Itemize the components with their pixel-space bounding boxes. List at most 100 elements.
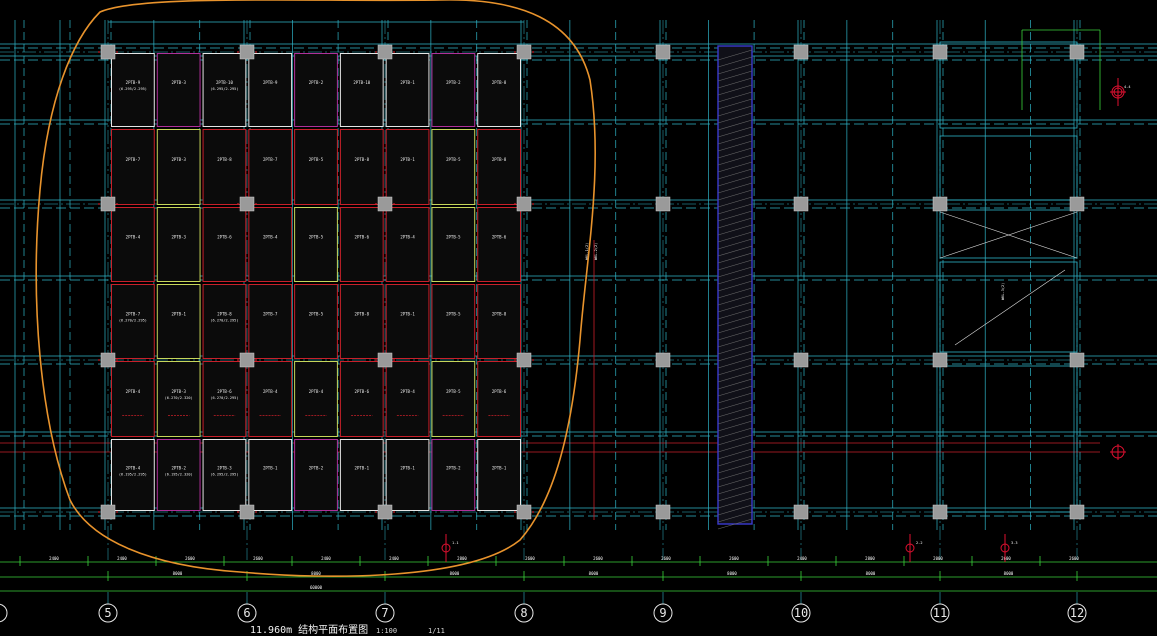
slab-label: 2PTB-9 [126, 80, 141, 85]
slab-panel [156, 129, 201, 205]
slab-panel [248, 53, 293, 127]
column [239, 44, 255, 60]
slab-label: 2PTB-2 [446, 80, 461, 85]
slab-panel [294, 207, 338, 282]
slab-panel [111, 129, 155, 205]
slab-elevation: (6.270/2.295) [210, 319, 238, 323]
slab-label: 2PTB-1 [400, 312, 415, 317]
slab-elevation: (6.295/2.295) [119, 87, 147, 91]
dim-sub-value: 2600 [729, 556, 739, 561]
dim-sub-value: 2600 [525, 556, 535, 561]
slab-label: 2PTB-4 [263, 235, 278, 240]
column [793, 352, 809, 368]
detail-panel [939, 135, 1078, 201]
dim-sub-value: 2600 [253, 556, 263, 561]
slab-label: 2PTB-3 [171, 235, 186, 240]
right-detail-area: WKL-1(2) WKL-2(2)WKL-3(2) [585, 29, 1101, 520]
slab-panel [477, 53, 522, 127]
slab-panel [156, 284, 201, 359]
axis-label: 9 [659, 606, 666, 620]
slab-label: 2PTB-1 [400, 465, 415, 470]
slab-label: 2PTB-2 [309, 465, 324, 470]
dim-bay-value: 8000 [727, 571, 737, 576]
column [1069, 196, 1085, 212]
slab-label: 2PTB-9 [263, 80, 278, 85]
dim-sub-value: 2600 [1001, 556, 1011, 561]
slab-label: 2PTB-3 [171, 389, 186, 394]
slab-label: 2PTB-8 [217, 312, 232, 317]
dim-sub-value: 2000 [933, 556, 943, 561]
slab-label: 2PTB-3 [171, 80, 186, 85]
slab-panel [431, 284, 476, 359]
slab-label: 2PTB-5 [309, 312, 324, 317]
slab-label: 2PTB-4 [126, 389, 141, 394]
drawing-title: 11.960m 结构平面布置图 [250, 623, 368, 636]
slab-label: 2PTB-4 [309, 389, 324, 394]
column [377, 44, 393, 60]
slab-panel [339, 284, 384, 359]
slab-label: 2PTB-5 [309, 235, 324, 240]
slab-label: 2PTB-1 [355, 465, 370, 470]
slab-label: 2PTB-5 [446, 312, 461, 317]
slab-panel [477, 361, 522, 437]
slab-elevation: (6.270/2.320) [165, 396, 193, 400]
dim-bay-value: 8000 [589, 571, 599, 576]
slab-label: 2PTB-8 [217, 157, 232, 162]
slab-elevation: (6.295/2.295) [210, 472, 238, 476]
dim-bay-value: 8000 [173, 571, 183, 576]
dimension-lines: 2400 2400 2600 2600 2400 2400 2800 2600 2600 2600… [0, 556, 1157, 592]
slab-panel [111, 207, 155, 282]
column [516, 352, 532, 368]
slab-panel [431, 129, 476, 205]
slab-panel [248, 284, 293, 359]
column [793, 44, 809, 60]
slab-elevation: (6.195/2.320) [165, 472, 193, 476]
dim-sub-value: 2600 [593, 556, 603, 561]
axis-bubbles: 5 6 7 8 9 10 11 12 [0, 592, 1087, 623]
dim-sub-value: 2800 [865, 556, 875, 561]
column [655, 352, 671, 368]
slab-label: 2PTB-1 [171, 312, 186, 317]
slab-label: 2PTB-8 [492, 312, 507, 317]
column [377, 196, 393, 212]
dim-bay-value: 8000 [1004, 571, 1014, 576]
slab-label: 2PTB-10 [216, 80, 233, 85]
column [100, 352, 116, 368]
dim-sub-value: 2600 [185, 556, 195, 561]
slab-label: 2PTB-1 [400, 80, 415, 85]
column [100, 44, 116, 60]
slab-label: 2PTB-1 [263, 465, 278, 470]
drawing-scale: 1:100 [376, 627, 397, 635]
slab-panel [111, 361, 155, 437]
column [377, 352, 393, 368]
column [655, 44, 671, 60]
section-mark-label: 1-1 [452, 541, 459, 545]
slab-label: 2PTB-5 [446, 235, 461, 240]
slab-panel [202, 129, 247, 205]
slab-label: 2PTB-3 [217, 465, 232, 470]
slab-panel [385, 439, 430, 511]
slab-panel [294, 361, 338, 437]
axis-label: 11 [933, 606, 947, 620]
axis-label: 5 [104, 606, 111, 620]
drawing-sheet-note: 1/11 [428, 627, 445, 635]
column [932, 504, 948, 520]
axis-bubble-partial [0, 603, 8, 623]
slab-panel [294, 129, 338, 205]
slab-label: 2PTB-6 [217, 235, 232, 240]
slab-label: 2PTB-4 [126, 465, 141, 470]
slab-panel [339, 53, 384, 127]
column [516, 504, 532, 520]
dim-sub-value: 2800 [457, 556, 467, 561]
slab-label: 2PTB-2 [171, 465, 186, 470]
slab-panel [248, 361, 293, 437]
slab-elevation: (6.270/2.295) [210, 396, 238, 400]
detail-panel [939, 365, 1078, 513]
slab-panel [202, 207, 247, 282]
slab-label: 2PTB-8 [355, 157, 370, 162]
axis-label: 7 [381, 606, 388, 620]
slab-label: 2PTB-6 [217, 389, 232, 394]
column [655, 504, 671, 520]
slab-panel [385, 284, 430, 359]
slab-label: 2PTB-10 [353, 80, 370, 85]
